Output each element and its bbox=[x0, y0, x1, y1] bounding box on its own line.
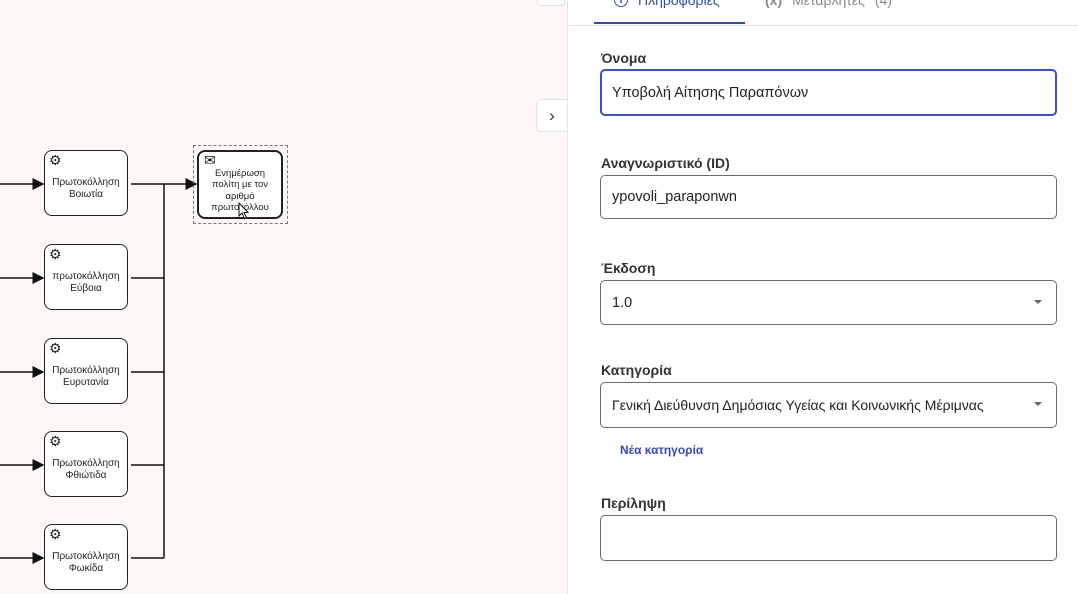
gear-icon: ⚙ bbox=[49, 152, 62, 168]
panel-tabs: i Πληροφορίες (x) Μεταβλητές (4) bbox=[568, 0, 1078, 26]
task-label: πρωτοκόλληση Εύβοια bbox=[52, 271, 120, 294]
name-input[interactable]: Υποβολή Αίτησης Παραπόνων bbox=[600, 69, 1057, 116]
id-input[interactable]: ypovoli_paraponwn bbox=[600, 175, 1057, 219]
mouse-cursor-icon bbox=[238, 202, 250, 220]
info-icon: i bbox=[614, 0, 628, 7]
service-task-voiotia[interactable]: ⚙ Πρωτοκόλληση Βοιωτία bbox=[44, 150, 128, 216]
new-category-link[interactable]: Νέα κατηγορία bbox=[620, 443, 703, 457]
tab-label: Μεταβλητές bbox=[792, 0, 865, 8]
service-task-fthiotida[interactable]: ⚙ Πρωτοκόλληση Φθιώτιδα bbox=[44, 431, 128, 497]
task-label: Πρωτοκόλληση Φθιώτιδα bbox=[52, 458, 120, 481]
category-value: Γενική Διεύθυνση Δημόσιας Υγείας και Κοι… bbox=[612, 397, 984, 413]
tab-variables[interactable]: (x) Μεταβλητές (4) bbox=[765, 0, 892, 8]
service-task-evvoia[interactable]: ⚙ πρωτοκόλληση Εύβοια bbox=[44, 244, 128, 310]
task-label: Πρωτοκόλληση Βοιωτία bbox=[52, 177, 120, 200]
envelope-icon: ✉ bbox=[204, 152, 216, 168]
category-select[interactable]: Γενική Διεύθυνση Δημόσιας Υγείας και Κοι… bbox=[600, 382, 1057, 428]
tab-count: (4) bbox=[874, 0, 892, 8]
bpmn-canvas[interactable]: ⚙ Πρωτοκόλληση Βοιωτία ⚙ πρωτοκόλληση Εύ… bbox=[0, 0, 567, 594]
category-label: Κατηγορία bbox=[601, 362, 672, 378]
gear-icon: ⚙ bbox=[49, 433, 62, 449]
collapse-panel-button[interactable]: › bbox=[536, 99, 567, 132]
canvas-toolbar-stub[interactable] bbox=[537, 0, 565, 6]
id-value: ypovoli_paraponwn bbox=[612, 189, 737, 205]
summary-label: Περίληψη bbox=[601, 495, 666, 511]
properties-panel: i Πληροφορίες (x) Μεταβλητές (4) Όνομα Υ… bbox=[567, 0, 1078, 594]
variable-icon: (x) bbox=[765, 0, 783, 8]
version-select[interactable]: 1.0 bbox=[600, 280, 1057, 325]
name-label: Όνομα bbox=[601, 50, 647, 66]
active-tab-indicator bbox=[594, 22, 745, 24]
tab-info[interactable]: i Πληροφορίες bbox=[614, 0, 720, 8]
service-task-fokida[interactable]: ⚙ Πρωτοκόλληση Φωκίδα bbox=[44, 524, 128, 590]
service-task-evrytania[interactable]: ⚙ Πρωτοκόλληση Ευρυτανία bbox=[44, 338, 128, 404]
summary-input[interactable] bbox=[600, 515, 1057, 561]
id-label: Αναγνωριστικό (ID) bbox=[601, 155, 730, 171]
gear-icon: ⚙ bbox=[49, 246, 62, 262]
version-value: 1.0 bbox=[612, 294, 633, 311]
name-value: Υποβολή Αίτησης Παραπόνων bbox=[612, 84, 809, 101]
gear-icon: ⚙ bbox=[49, 340, 62, 356]
version-label: Έκδοση bbox=[601, 260, 656, 276]
gear-icon: ⚙ bbox=[49, 526, 62, 542]
task-label: Πρωτοκόλληση Ευρυτανία bbox=[52, 365, 120, 388]
task-label: Πρωτοκόλληση Φωκίδα bbox=[52, 551, 120, 574]
tab-label: Πληροφορίες bbox=[638, 0, 720, 8]
dropdown-arrow-icon bbox=[1034, 299, 1042, 304]
chevron-right-icon: › bbox=[549, 105, 555, 125]
dropdown-arrow-icon bbox=[1034, 402, 1042, 406]
